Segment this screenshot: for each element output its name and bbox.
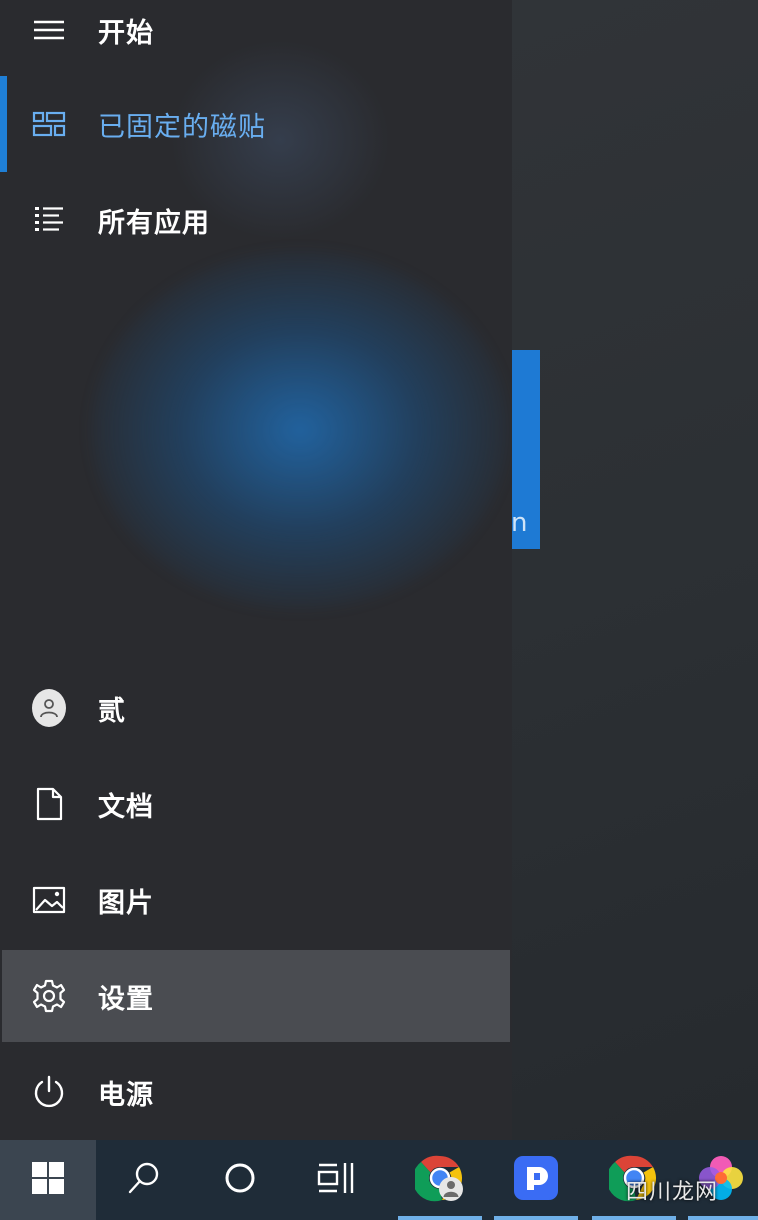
all-apps-list-icon <box>32 203 66 237</box>
watermark-text: 四川龙网 <box>626 1180 719 1205</box>
running-indicator <box>494 1216 578 1220</box>
gear-icon <box>32 979 66 1013</box>
menu-item-label: 文档 <box>98 791 154 823</box>
menu-item-label: 已固定的磁贴 <box>98 111 266 143</box>
running-indicator <box>592 1216 676 1220</box>
start-title: 开始 <box>98 17 154 49</box>
power-icon <box>32 1075 66 1109</box>
blue-app-button[interactable] <box>488 1140 584 1220</box>
search-icon <box>126 1160 162 1200</box>
menu-item-pinned-tiles[interactable]: 已固定的磁贴 <box>0 78 512 170</box>
blue-app-icon <box>512 1154 560 1206</box>
document-icon <box>32 787 66 821</box>
running-indicator <box>398 1216 482 1220</box>
chrome-profile-icon <box>412 1153 465 1207</box>
task-view-button[interactable] <box>288 1140 384 1220</box>
menu-item-label: 贰 <box>98 695 126 727</box>
menu-item-label: 所有应用 <box>98 207 210 239</box>
menu-item-label: 设置 <box>98 983 154 1015</box>
menu-item-label: 电源 <box>98 1079 154 1111</box>
start-menu: 开始 已固定的磁贴 所有应用 贰 文档 图片 设置 电源 <box>0 0 512 1140</box>
cortana-circle-icon <box>223 1161 257 1199</box>
pictures-icon <box>32 883 66 917</box>
background-tile-glyph: n <box>511 508 528 538</box>
menu-item-settings[interactable]: 设置 <box>2 950 510 1042</box>
windows-logo-icon <box>31 1161 65 1199</box>
start-button[interactable] <box>0 1140 96 1220</box>
user-avatar-icon <box>32 689 66 727</box>
chrome-profile-app-button[interactable] <box>392 1140 488 1220</box>
hamburger-menu-icon[interactable] <box>32 13 66 47</box>
menu-item-power[interactable]: 电源 <box>0 1046 512 1138</box>
menu-item-documents[interactable]: 文档 <box>0 758 512 850</box>
pinned-tiles-icon <box>32 107 66 141</box>
running-indicator <box>688 1216 758 1220</box>
acrylic-glow <box>90 250 510 610</box>
start-header: 开始 <box>0 0 512 60</box>
menu-item-user[interactable]: 贰 <box>0 662 512 754</box>
cortana-button[interactable] <box>192 1140 288 1220</box>
menu-item-pictures[interactable]: 图片 <box>0 854 512 946</box>
search-button[interactable] <box>96 1140 192 1220</box>
menu-item-label: 图片 <box>98 887 154 919</box>
menu-item-all-apps[interactable]: 所有应用 <box>0 174 512 266</box>
task-view-icon <box>317 1161 355 1199</box>
